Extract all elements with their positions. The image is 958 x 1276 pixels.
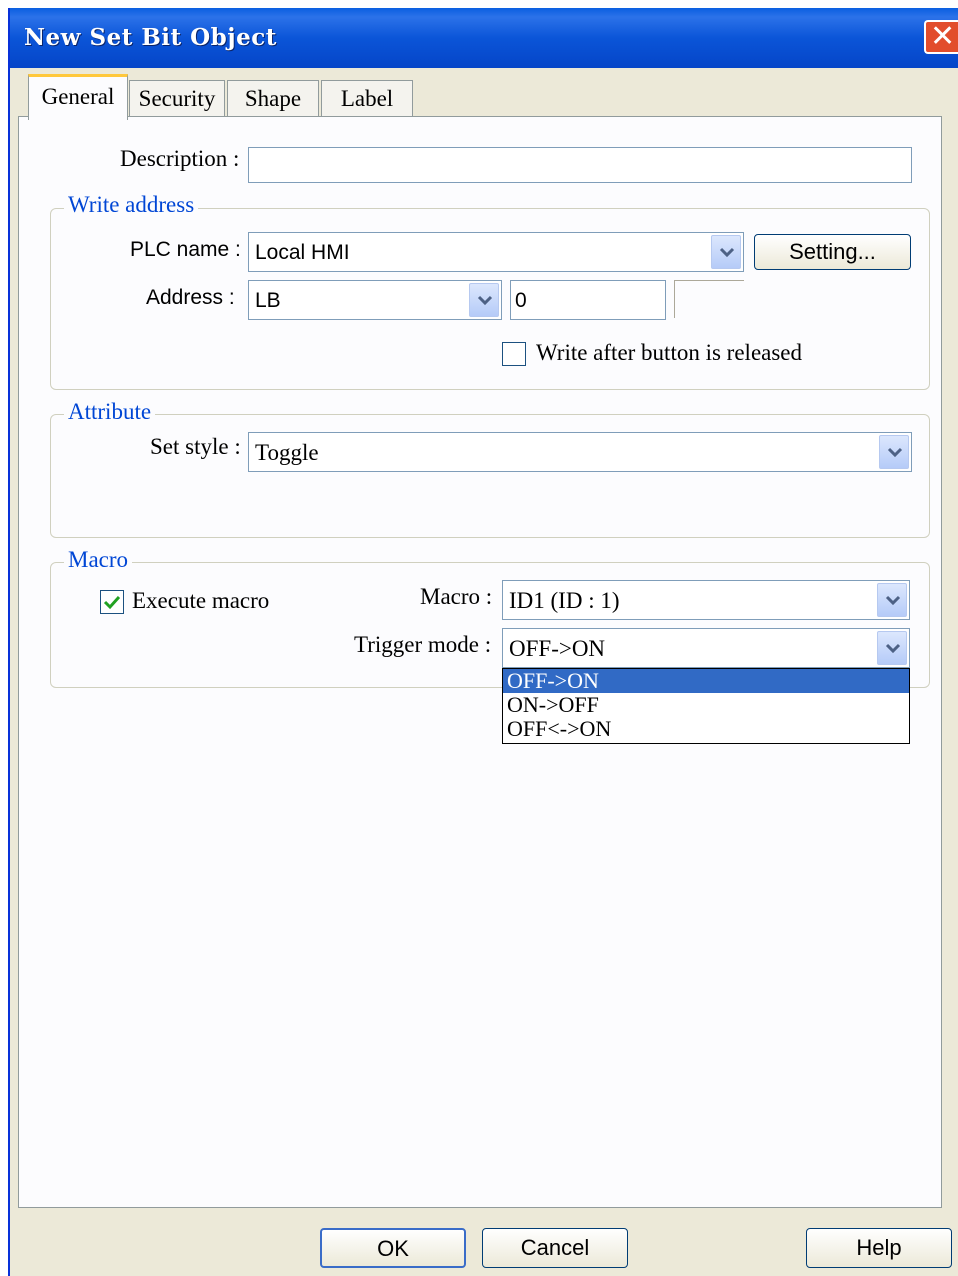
macro-label: Macro : (420, 584, 493, 609)
macro-value: ID1 (ID : 1) (509, 588, 620, 613)
help-button[interactable]: Help (806, 1228, 952, 1268)
tab-security[interactable]: Security (129, 80, 225, 118)
title-bar[interactable]: New Set Bit Object ✕ (10, 8, 958, 68)
description-label: Description : (120, 146, 240, 171)
write-after-release-checkbox[interactable] (502, 342, 526, 366)
chevron-down-icon[interactable] (469, 283, 499, 317)
close-icon: ✕ (930, 19, 956, 54)
tab-security-label: Security (138, 86, 216, 111)
attribute-title: Attribute (64, 399, 156, 425)
tab-shape-label: Shape (244, 86, 302, 111)
chevron-down-icon[interactable] (879, 435, 909, 469)
setting-button[interactable]: Setting... (754, 234, 911, 270)
trigger-option-off-on[interactable]: OFF->ON (503, 669, 909, 693)
address-extra-field (674, 280, 744, 318)
cancel-button[interactable]: Cancel (482, 1228, 628, 1268)
trigger-option-off-on-both[interactable]: OFF<->ON (503, 717, 909, 741)
write-address-title: Write address (64, 192, 199, 218)
tab-shape[interactable]: Shape (227, 80, 319, 118)
macro-dropdown[interactable]: ID1 (ID : 1) (502, 580, 910, 620)
set-style-dropdown[interactable]: Toggle (248, 432, 912, 472)
device-type-dropdown[interactable]: LB (248, 280, 502, 320)
tab-general-label: General (41, 84, 115, 109)
trigger-mode-value: OFF->ON (509, 636, 606, 661)
plc-name-label: PLC name : (130, 238, 241, 261)
chevron-down-icon[interactable] (877, 583, 907, 617)
tab-label[interactable]: Label (321, 80, 413, 118)
trigger-option-on-off[interactable]: ON->OFF (503, 693, 909, 717)
description-input[interactable] (248, 147, 912, 183)
set-style-value: Toggle (255, 440, 319, 465)
close-button[interactable]: ✕ (924, 19, 958, 54)
set-style-label: Set style : (150, 434, 241, 459)
trigger-mode-dropdown[interactable]: OFF->ON (502, 628, 910, 668)
chevron-down-icon[interactable] (877, 631, 907, 665)
trigger-mode-listbox[interactable]: OFF->ON ON->OFF OFF<->ON (502, 668, 910, 744)
execute-macro-label: Execute macro (132, 588, 270, 613)
chevron-down-icon[interactable] (711, 235, 741, 269)
trigger-mode-label: Trigger mode : (354, 632, 492, 657)
macro-title: Macro (64, 547, 133, 573)
device-type-value: LB (255, 289, 281, 312)
tab-general[interactable]: General (28, 74, 128, 120)
address-label: Address : (146, 286, 235, 309)
ok-button[interactable]: OK (320, 1228, 466, 1268)
tab-label-label: Label (340, 86, 394, 111)
plc-name-value: Local HMI (255, 241, 350, 264)
plc-name-dropdown[interactable]: Local HMI (248, 232, 744, 272)
write-after-release-label: Write after button is released (536, 340, 803, 365)
window-title: New Set Bit Object (24, 24, 277, 51)
address-input[interactable]: 0 (510, 280, 666, 320)
checkmark-icon (103, 595, 121, 610)
execute-macro-checkbox[interactable] (100, 590, 124, 614)
